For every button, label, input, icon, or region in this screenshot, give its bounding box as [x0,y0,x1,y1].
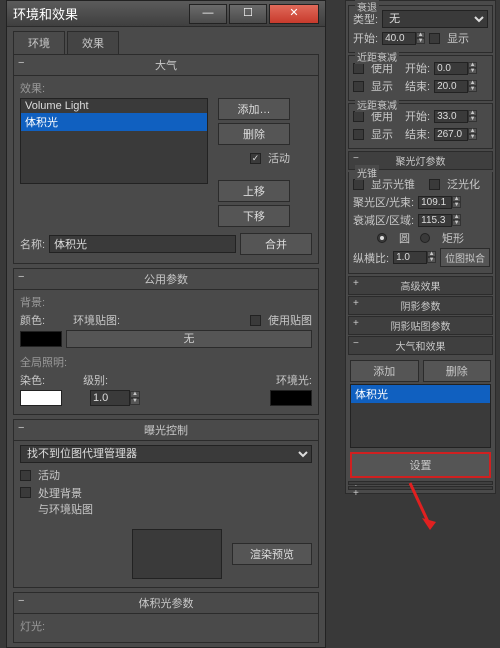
usemap-label: 使用贴图 [268,312,312,328]
collapse-icon[interactable]: − [18,422,24,434]
collapse-icon[interactable]: − [18,595,24,607]
bg-label: 背景: [20,294,312,310]
effects-label: 效果: [20,80,312,96]
right-panel: 衰退 类型:无 开始:▲▼显示 近距衰减 使用开始:▲▼ 显示结束:▲▼ 远距衰… [345,0,496,494]
level-spinner[interactable]: ▲▼ [90,390,140,406]
list-item[interactable]: Volume Light [21,99,207,113]
tab-environment[interactable]: 环境 [13,31,65,54]
common-header: 公用参数 [144,274,188,286]
collapse-icon[interactable]: − [18,271,24,283]
ambient-label: 环境光: [276,372,312,388]
start-label: 开始: [353,30,378,46]
list-item[interactable]: 体积光 [351,385,490,403]
extra-bar-2[interactable]: + [348,486,493,490]
global-label: 全局照明: [20,354,312,370]
spotlight-group: 光锥 显示光锥泛光化 聚光区/光束:▲▼ 衰减区/区域:▲▼ 圆矩形 纵横比:▲… [348,172,493,274]
tint-swatch[interactable] [20,390,62,406]
close-button[interactable]: ✕ [269,4,319,24]
decay-label: 衰退 [355,0,379,14]
active-checkbox[interactable]: ✓ [250,153,261,164]
near-start-spinner[interactable]: ▲▼ [434,62,477,75]
lights-label: 灯光: [20,618,312,634]
minimize-button[interactable]: — [189,4,227,24]
adv-effects-bar[interactable]: +高级效果 [348,276,493,295]
bg-color-swatch[interactable] [20,331,62,347]
ambient-swatch[interactable] [270,390,312,406]
usemap-checkbox[interactable] [250,315,261,326]
far-title: 远距衰减 [355,97,399,112]
far-end-spinner[interactable]: ▲▼ [434,128,477,141]
decay-show-checkbox[interactable] [429,33,440,44]
process-bg-label: 处理背景 与环境贴图 [38,485,93,517]
far-use-checkbox[interactable] [353,111,364,122]
exposure-active-label: 活动 [38,467,60,483]
envmap-label: 环境贴图: [73,312,120,328]
tint-label: 染色: [20,372,45,388]
titlebar[interactable]: 环境和效果 — ☐ ✕ [7,1,325,27]
merge-button[interactable]: 合并 [240,233,312,255]
near-title: 近距衰减 [355,49,399,64]
setup-button[interactable]: 设置 [350,452,491,478]
atmo-effects-bar[interactable]: −大气和效果 [348,336,493,355]
overshoot-checkbox[interactable] [429,179,440,190]
volume-light-panel: − 体积光参数 灯光: [13,592,319,643]
dialog-title: 环境和效果 [13,4,187,23]
atmo-delete-button[interactable]: 删除 [423,360,492,382]
collapse-icon: − [353,153,359,164]
active-label: 活动 [268,150,290,166]
exposure-panel: − 曝光控制 找不到位图代理管理器 活动 处理背景 与环境贴图 渲染预览 [13,419,319,588]
far-atten-group: 远距衰减 使用开始:▲▼ 显示结束:▲▼ [348,103,493,149]
color-label: 颜色: [20,312,45,328]
far-show-checkbox[interactable] [353,129,364,140]
tab-effects[interactable]: 效果 [67,31,119,54]
exposure-select[interactable]: 找不到位图代理管理器 [20,445,312,463]
atmosphere-list[interactable]: Volume Light 体积光 [20,98,208,184]
falloff-spinner[interactable]: ▲▼ [418,214,461,227]
exposure-header: 曝光控制 [144,425,188,437]
bitmap-fit-button[interactable]: 位图拟合 [440,248,490,267]
move-up-button[interactable]: 上移 [218,180,290,202]
atmo-list[interactable]: 体积光 [350,384,491,448]
preview-thumb [132,529,222,579]
showcone-checkbox[interactable] [353,179,364,190]
add-button[interactable]: 添加… [218,98,290,120]
extra-bar-1[interactable]: + [348,481,493,485]
hotspot-spinner[interactable]: ▲▼ [418,196,461,209]
move-down-button[interactable]: 下移 [218,205,290,227]
name-input[interactable] [49,235,236,253]
shadowmap-params-bar[interactable]: +阴影贴图参数 [348,316,493,335]
decay-group: 衰退 类型:无 开始:▲▼显示 [348,5,493,53]
near-use-checkbox[interactable] [353,63,364,74]
process-bg-checkbox[interactable] [20,487,31,498]
collapse-icon[interactable]: − [18,57,24,69]
circle-radio[interactable] [377,233,387,243]
volume-header: 体积光参数 [139,598,194,610]
atmosphere-header: 大气 [155,60,177,72]
delete-button[interactable]: 删除 [218,123,290,145]
near-atten-group: 近距衰减 使用开始:▲▼ 显示结束:▲▼ [348,55,493,101]
far-start-spinner[interactable]: ▲▼ [434,110,477,123]
list-item[interactable]: 体积光 [21,113,207,131]
near-show-checkbox[interactable] [353,81,364,92]
maximize-button[interactable]: ☐ [229,4,267,24]
near-end-spinner[interactable]: ▲▼ [434,80,477,93]
shadow-params-bar[interactable]: +阴影参数 [348,296,493,315]
common-params-panel: − 公用参数 背景: 颜色: 环境贴图: 使用贴图 无 全局照明: 染色: 级别:… [13,268,319,415]
decay-show-label: 显示 [447,30,469,46]
decay-start-spinner[interactable]: ▲▼ [382,32,425,45]
atmosphere-panel: − 大气 效果: Volume Light 体积光 添加… 删除 ✓ 活动 上移 下… [13,54,319,264]
cone-label: 光锥 [355,165,379,180]
envmap-slot[interactable]: 无 [66,330,312,348]
level-label: 级别: [83,372,108,388]
env-effects-dialog: 环境和效果 — ☐ ✕ 环境 效果 − 大气 效果: Volume Light 体… [6,0,326,648]
aspect-spinner[interactable]: ▲▼ [393,251,436,264]
render-preview-button[interactable]: 渲染预览 [232,543,312,565]
exposure-active-checkbox[interactable] [20,470,31,481]
decay-type-select[interactable]: 无 [382,10,488,28]
name-label: 名称: [20,236,45,252]
rect-radio[interactable] [420,233,430,243]
atmo-add-button[interactable]: 添加 [350,360,419,382]
